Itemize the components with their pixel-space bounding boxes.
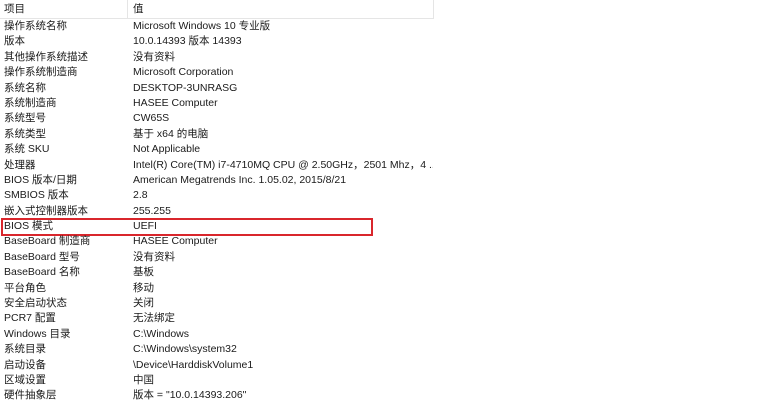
row-item-label: 系统类型: [4, 127, 46, 140]
table-row[interactable]: 区域设置 中国: [0, 373, 758, 388]
table-row[interactable]: 版本 10.0.14393 版本 14393: [0, 34, 758, 49]
row-value: 基板: [133, 266, 154, 279]
table-row[interactable]: 启动设备 \Device\HarddiskVolume1: [0, 358, 758, 373]
row-item-label: 其他操作系统描述: [4, 50, 88, 63]
row-item-label: BaseBoard 名称: [4, 266, 80, 279]
row-item-label: BaseBoard 型号: [4, 250, 80, 263]
row-value: 没有资料: [133, 250, 175, 263]
row-value: Microsoft Corporation: [133, 66, 234, 79]
table-row[interactable]: 系统类型 基于 x64 的电脑: [0, 127, 758, 142]
row-value: American Megatrends Inc. 1.05.02, 2015/8…: [133, 173, 347, 186]
table-row-bios-mode-highlighted[interactable]: BIOS 模式 UEFI: [0, 218, 758, 237]
column-header-item[interactable]: 项目: [0, 0, 128, 18]
row-item-label: 版本: [4, 35, 25, 48]
column-header-row: 项目 值: [0, 0, 434, 19]
row-item-label: 操作系统名称: [4, 20, 67, 32]
table-body: 操作系统名称 Microsoft Windows 10 专业版 版本 10.0.14…: [0, 19, 758, 404]
row-item-label: Windows 目录: [4, 327, 71, 340]
row-value: C:\Windows\system32: [133, 343, 237, 356]
row-item-label: 系统名称: [4, 81, 46, 94]
table-row[interactable]: SMBIOS 版本 2.8: [0, 188, 758, 203]
row-item-label: 系统型号: [4, 112, 46, 125]
row-item-label: 系统目录: [4, 343, 46, 356]
row-value: C:\Windows: [133, 327, 190, 340]
row-value: \Device\HarddiskVolume1: [133, 358, 254, 371]
row-item-label: SMBIOS 版本: [4, 189, 69, 202]
table-row[interactable]: 系统型号 CW65S: [0, 111, 758, 126]
row-item-label: BaseBoard 制造商: [4, 235, 91, 248]
system-info-table: 项目 值 操作系统名称 Microsoft Windows 10 专业版 版本 10…: [0, 0, 758, 401]
table-row[interactable]: PCR7 配置 无法绑定: [0, 311, 758, 326]
table-row[interactable]: 嵌入式控制器版本 255.255: [0, 204, 758, 219]
row-value: DESKTOP-3UNRASG: [133, 81, 238, 94]
table-row[interactable]: 操作系统名称 Microsoft Windows 10 专业版: [0, 19, 758, 34]
row-value: Not Applicable: [133, 143, 201, 156]
row-item-label: 安全启动状态: [4, 297, 67, 310]
row-value: 没有资料: [133, 50, 175, 63]
row-value: 关闭: [133, 297, 154, 310]
table-row[interactable]: 其他操作系统描述 没有资料: [0, 50, 758, 65]
table-row[interactable]: 操作系统制造商 Microsoft Corporation: [0, 65, 758, 80]
row-value: 无法绑定: [133, 312, 175, 325]
column-header-value[interactable]: 值: [128, 0, 434, 18]
table-row[interactable]: BaseBoard 制造商 HASEE Computer: [0, 234, 758, 249]
row-value: 中国: [133, 373, 154, 386]
row-value: HASEE Computer: [133, 235, 218, 248]
row-item-label: 启动设备: [4, 358, 46, 371]
table-row[interactable]: 系统 SKU Not Applicable: [0, 142, 758, 157]
row-value: Microsoft Windows 10 专业版: [133, 20, 271, 32]
row-item-label: 硬件抽象层: [4, 389, 57, 402]
table-row[interactable]: 处理器 Intel(R) Core(TM) i7-4710MQ CPU @ 2.5…: [0, 158, 758, 173]
table-row[interactable]: 系统名称 DESKTOP-3UNRASG: [0, 81, 758, 96]
row-item-label: BIOS 版本/日期: [4, 173, 77, 186]
row-value: 基于 x64 的电脑: [133, 127, 209, 140]
table-row[interactable]: Windows 目录 C:\Windows: [0, 327, 758, 342]
row-value: HASEE Computer: [133, 96, 218, 109]
table-row[interactable]: 系统目录 C:\Windows\system32: [0, 342, 758, 357]
row-item-label: 操作系统制造商: [4, 66, 78, 79]
table-row[interactable]: BaseBoard 名称 基板: [0, 265, 758, 280]
row-item-label: 系统 SKU: [4, 143, 50, 156]
row-value: CW65S: [133, 112, 170, 125]
row-value: UEFI: [133, 220, 157, 233]
row-item-label: 平台角色: [4, 281, 46, 294]
table-row[interactable]: 平台角色 移动: [0, 281, 758, 296]
row-item-label: 嵌入式控制器版本: [4, 204, 88, 217]
table-row[interactable]: 系统制造商 HASEE Computer: [0, 96, 758, 111]
row-item-label: 系统制造商: [4, 96, 57, 109]
row-value: 移动: [133, 281, 154, 294]
table-row[interactable]: BIOS 版本/日期 American Megatrends Inc. 1.05.…: [0, 173, 758, 188]
row-value: 版本 = "10.0.14393.206": [133, 389, 247, 402]
table-row[interactable]: BaseBoard 型号 没有资料: [0, 250, 758, 265]
table-row[interactable]: 硬件抽象层 版本 = "10.0.14393.206": [0, 388, 758, 403]
row-item-label: PCR7 配置: [4, 312, 56, 325]
row-item-label: 处理器: [4, 158, 36, 171]
row-item-label: BIOS 模式: [4, 220, 54, 233]
row-item-label: 区域设置: [4, 373, 46, 386]
row-value: 255.255: [133, 204, 171, 217]
table-row[interactable]: 安全启动状态 关闭: [0, 296, 758, 311]
row-value: 10.0.14393 版本 14393: [133, 35, 242, 48]
row-value: 2.8: [133, 189, 148, 202]
row-value: Intel(R) Core(TM) i7-4710MQ CPU @ 2.50GH…: [133, 158, 433, 171]
